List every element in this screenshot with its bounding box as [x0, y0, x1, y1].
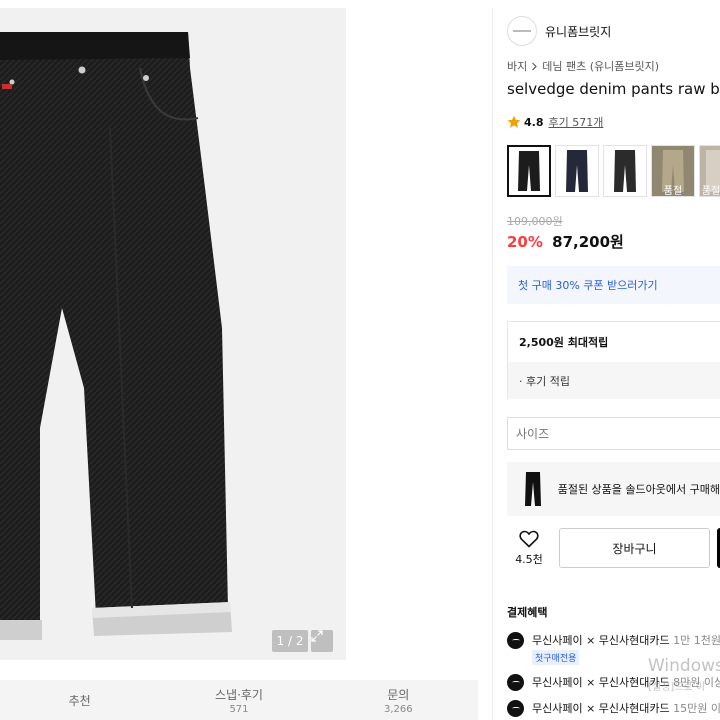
heart-icon: [519, 530, 539, 548]
soldout-label: 품절: [663, 186, 683, 197]
product-info-panel: 유니폼브릿지 바지 데님 팬츠 (유니폼브릿지) selvedge denim …: [507, 0, 720, 720]
rating-summary: 4.8 후기 571개: [507, 114, 603, 130]
product-image-jeans: [0, 32, 232, 640]
soldout-text: 품절된 상품을 솔드아웃에서 구매해: [557, 483, 720, 496]
discount-rate: 20%: [507, 233, 543, 251]
tab-label: 추천: [68, 693, 91, 708]
windows-activation-subtext: [설정]으로 이: [648, 682, 705, 693]
tab-recommend[interactable]: 추천: [0, 680, 159, 720]
tab-inquiry[interactable]: 문의 3,266: [319, 680, 478, 720]
soldout-thumbnail: [515, 466, 551, 512]
color-options: 품절 품절: [507, 145, 720, 197]
payment-benefits-title: 결제혜택: [507, 606, 548, 619]
detail-tabs: 추천 스냅·후기 571 문의 3,266: [0, 680, 478, 720]
brand-name: 유니폼브릿지: [545, 24, 612, 39]
size-select[interactable]: 사이즈: [507, 417, 720, 450]
soldout-label: 품절: [701, 186, 720, 197]
like-button[interactable]: 4.5천: [511, 530, 547, 567]
add-to-cart-button[interactable]: 장바구니: [559, 528, 710, 568]
star-icon: [507, 115, 521, 128]
product-title: selvedge denim pants raw bl: [507, 80, 720, 98]
product-page: 1 / 2 추천 스냅·후기 571 문의 3,266 유니폼브릿지 바지 데님…: [0, 0, 720, 720]
brand-logo: [507, 16, 537, 46]
jeans-thumbnail: [614, 150, 636, 192]
jeans-thumbnail: [518, 151, 540, 191]
purchase-actions: 4.5천 장바구니: [507, 528, 720, 570]
tab-snap-review[interactable]: 스냅·후기 571: [159, 680, 318, 720]
jeans-thumbnail: [566, 150, 588, 192]
benefit-text: 무신사페이 × 무신사현대카드 15만원 이: [532, 702, 720, 715]
first-purchase-badge: 첫구매전용: [532, 650, 580, 665]
color-option-thumb[interactable]: 품절: [699, 145, 720, 197]
original-price: 109,000원: [507, 215, 563, 228]
breadcrumb-item[interactable]: 바지: [507, 58, 527, 74]
product-image-gallery[interactable]: 1 / 2: [0, 8, 346, 660]
color-option-thumb[interactable]: [603, 145, 647, 197]
chevron-right-icon: [532, 62, 538, 70]
tab-label: 스냅·후기: [215, 687, 263, 702]
points-box: 2,500원 최대적립 · 후기 적립: [507, 321, 720, 399]
tab-label: 문의: [387, 687, 410, 702]
first-purchase-coupon-button[interactable]: 첫 구매 30% 쿠폰 받으러가기: [507, 266, 720, 304]
jeans-mini-icon: [524, 472, 541, 506]
image-counter: 1 / 2: [272, 630, 308, 652]
expand-icon: [311, 630, 323, 642]
like-count: 4.5천: [515, 553, 543, 566]
sale-price-row: 20% 87,200원: [507, 231, 624, 252]
breadcrumb: 바지 데님 팬츠 (유니폼브릿지): [507, 58, 659, 74]
tab-count: 3,266: [384, 703, 413, 715]
benefit-item[interactable]: 무신사페이 × 무신사현대카드 15만원 이: [507, 700, 720, 717]
color-option-thumb[interactable]: [555, 145, 599, 197]
tab-count: 571: [229, 703, 249, 715]
soldout-banner[interactable]: 품절된 상품을 솔드아웃에서 구매해: [507, 462, 720, 516]
card-logo-icon: [507, 700, 524, 717]
benefit-text: 무신사페이 × 무신사현대카드 1만 1천원: [532, 634, 720, 647]
rating-score: 4.8: [524, 115, 544, 129]
windows-activation-watermark: Windows: [648, 656, 720, 676]
color-option-thumb[interactable]: 품절: [651, 145, 695, 197]
review-points: · 후기 적립: [508, 362, 720, 399]
brand-link[interactable]: 유니폼브릿지: [507, 16, 611, 46]
benefit-item[interactable]: 무신사페이 × 무신사현대카드 1만 1천원: [507, 632, 720, 649]
max-points: 2,500원 최대적립: [519, 336, 609, 349]
size-placeholder: 사이즈: [516, 427, 550, 441]
sale-price: 87,200원: [552, 233, 624, 251]
card-logo-icon: [507, 632, 524, 649]
color-option-thumb[interactable]: [507, 145, 551, 197]
breadcrumb-item[interactable]: 데님 팬츠 (유니폼브릿지): [542, 58, 659, 74]
expand-button[interactable]: [311, 630, 333, 652]
panel-divider: [492, 8, 493, 720]
review-count-link[interactable]: 후기 571개: [549, 114, 604, 130]
card-logo-icon: [507, 674, 524, 691]
